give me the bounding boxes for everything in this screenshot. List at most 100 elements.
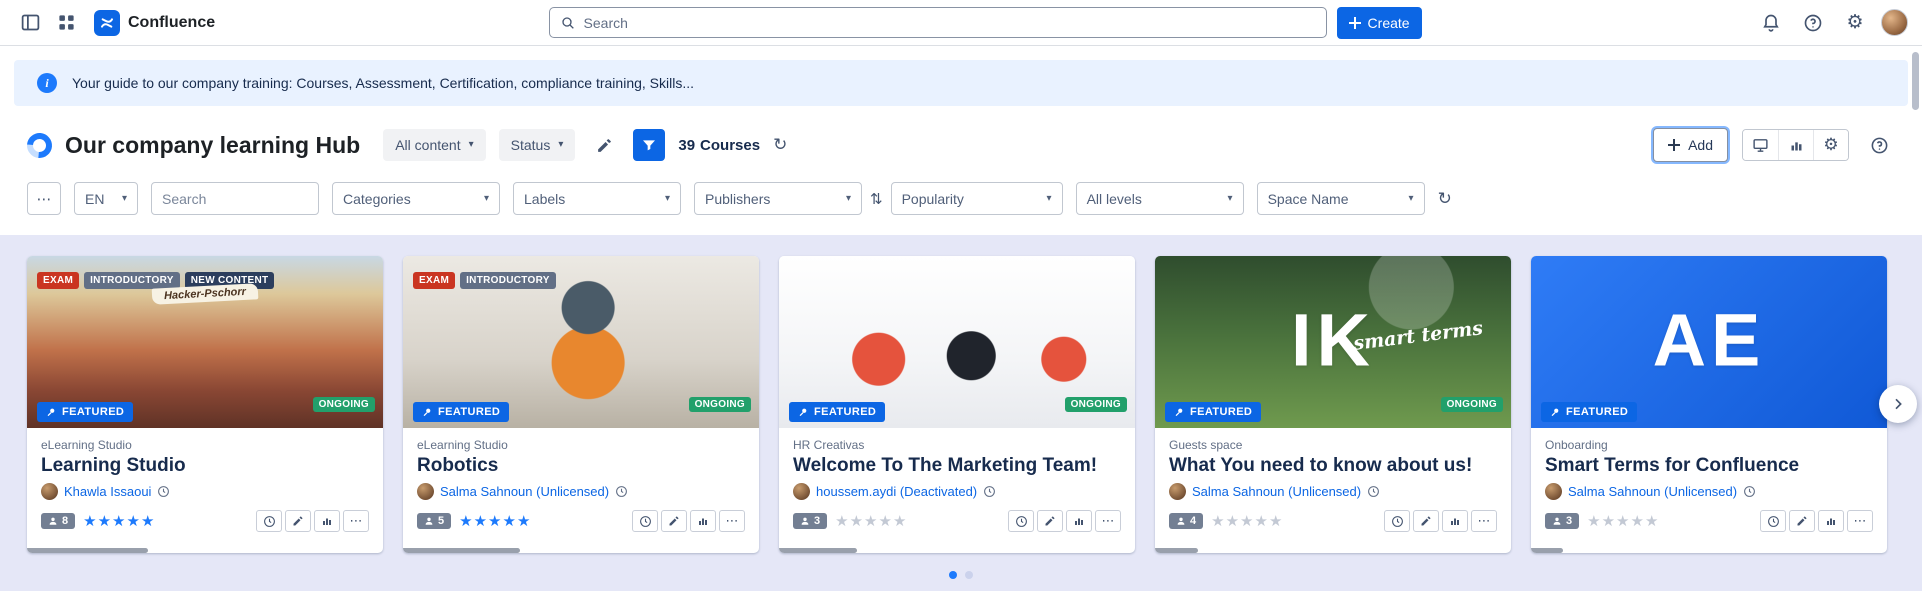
star-icon[interactable]: ★ [98,514,111,529]
star-icon[interactable]: ★ [893,514,906,529]
course-stats-button[interactable] [1818,510,1844,532]
history-button[interactable] [632,510,658,532]
card-more-button[interactable]: ⋯ [343,510,369,532]
star-icon[interactable]: ★ [474,514,487,529]
star-icon[interactable]: ★ [141,514,154,529]
star-icon[interactable]: ★ [83,514,96,529]
course-title[interactable]: Learning Studio [41,455,369,477]
sidebar-toggle-button[interactable] [14,7,46,39]
labels-select[interactable]: Labels ▾ [513,182,681,215]
star-icon[interactable]: ★ [1226,514,1239,529]
course-title[interactable]: Smart Terms for Confluence [1545,455,1873,477]
author-link[interactable]: houssem.aydi (Deactivated) [816,484,977,499]
edit-button[interactable] [588,129,620,161]
card-more-button[interactable]: ⋯ [1847,510,1873,532]
rating-stars[interactable]: ★★★★★ [83,514,154,529]
star-icon[interactable]: ★ [1211,514,1224,529]
content-filter-dropdown[interactable]: All content ▾ [383,129,485,161]
star-icon[interactable]: ★ [864,514,877,529]
space-name[interactable]: Onboarding [1545,438,1873,452]
star-icon[interactable]: ★ [502,514,515,529]
page-settings-button[interactable]: ⚙ [1813,130,1848,160]
global-search-input[interactable] [584,15,1316,31]
user-avatar[interactable] [1881,9,1908,36]
more-options-button[interactable]: ⋯ [27,182,61,215]
card-more-button[interactable]: ⋯ [1471,510,1497,532]
edit-course-button[interactable] [661,510,687,532]
star-icon[interactable]: ★ [1630,514,1643,529]
course-card[interactable]: AE FEATURED Onboarding Smart Terms for C… [1531,256,1887,553]
card-more-button[interactable]: ⋯ [1095,510,1121,532]
course-stats-button[interactable] [1066,510,1092,532]
page-help-button[interactable] [1863,129,1895,161]
author-link[interactable]: Salma Sahnoun (Unlicensed) [1568,484,1737,499]
settings-button[interactable]: ⚙ [1839,7,1871,39]
filter-search-input[interactable] [151,182,319,215]
history-button[interactable] [1760,510,1786,532]
star-icon[interactable]: ★ [1254,514,1267,529]
edit-course-button[interactable] [1413,510,1439,532]
status-filter-dropdown[interactable]: Status ▾ [499,129,576,161]
space-select[interactable]: Space Name ▾ [1257,182,1425,215]
analytics-button[interactable] [1778,130,1813,160]
edit-course-button[interactable] [285,510,311,532]
carousel-next-button[interactable] [1879,385,1917,423]
rating-stars[interactable]: ★★★★★ [1587,514,1658,529]
language-select[interactable]: EN ▾ [74,182,138,215]
star-icon[interactable]: ★ [850,514,863,529]
history-button[interactable] [1384,510,1410,532]
course-title[interactable]: Robotics [417,455,745,477]
course-stats-button[interactable] [1442,510,1468,532]
filter-button[interactable] [633,129,665,161]
app-switcher-button[interactable] [50,7,82,39]
create-button[interactable]: Create [1337,7,1422,39]
course-card[interactable]: IK smart terms ONGOING FEATURED Guests s… [1155,256,1511,553]
card-more-button[interactable]: ⋯ [719,510,745,532]
course-card[interactable]: ONGOING FEATURED HR Creativas Welcome To… [779,256,1135,553]
space-name[interactable]: Guests space [1169,438,1497,452]
edit-course-button[interactable] [1789,510,1815,532]
publishers-select[interactable]: Publishers ▾ [694,182,862,215]
sort-direction-button[interactable]: ⇅ [870,190,883,208]
presentation-button[interactable] [1743,130,1778,160]
author-link[interactable]: Salma Sahnoun (Unlicensed) [1192,484,1361,499]
course-stats-button[interactable] [314,510,340,532]
global-search[interactable] [549,7,1327,38]
space-name[interactable]: eLearning Studio [41,438,369,452]
star-icon[interactable]: ★ [1269,514,1282,529]
history-button[interactable] [1008,510,1034,532]
rating-stars[interactable]: ★★★★★ [1211,514,1282,529]
categories-select[interactable]: Categories ▾ [332,182,500,215]
add-button[interactable]: Add [1653,128,1728,162]
sort-by-select[interactable]: Popularity ▾ [891,182,1063,215]
course-stats-button[interactable] [690,510,716,532]
course-card[interactable]: EXAMINTRODUCTORY ONGOING FEATURED eLearn… [403,256,759,553]
star-icon[interactable]: ★ [835,514,848,529]
author-link[interactable]: Khawla Issaoui [64,484,151,499]
star-icon[interactable]: ★ [1587,514,1600,529]
course-title[interactable]: What You need to know about us! [1169,455,1497,477]
notifications-button[interactable] [1755,7,1787,39]
carousel-dot[interactable] [949,571,957,579]
star-icon[interactable]: ★ [878,514,891,529]
carousel-dot[interactable] [965,571,973,579]
star-icon[interactable]: ★ [1616,514,1629,529]
course-title[interactable]: Welcome To The Marketing Team! [793,455,1121,477]
space-name[interactable]: eLearning Studio [417,438,745,452]
star-icon[interactable]: ★ [488,514,501,529]
author-link[interactable]: Salma Sahnoun (Unlicensed) [440,484,609,499]
star-icon[interactable]: ★ [459,514,472,529]
levels-select[interactable]: All levels ▾ [1076,182,1244,215]
confluence-home-link[interactable]: Confluence [94,10,215,36]
space-name[interactable]: HR Creativas [793,438,1121,452]
filters-refresh-button[interactable]: ↻ [1438,189,1452,209]
edit-course-button[interactable] [1037,510,1063,532]
course-card[interactable]: EXAMINTRODUCTORYNEW CONTENT Hacker-Pscho… [27,256,383,553]
star-icon[interactable]: ★ [1240,514,1253,529]
star-icon[interactable]: ★ [517,514,530,529]
star-icon[interactable]: ★ [126,514,139,529]
rating-stars[interactable]: ★★★★★ [459,514,530,529]
history-button[interactable] [256,510,282,532]
star-icon[interactable]: ★ [1645,514,1658,529]
help-button[interactable] [1797,7,1829,39]
